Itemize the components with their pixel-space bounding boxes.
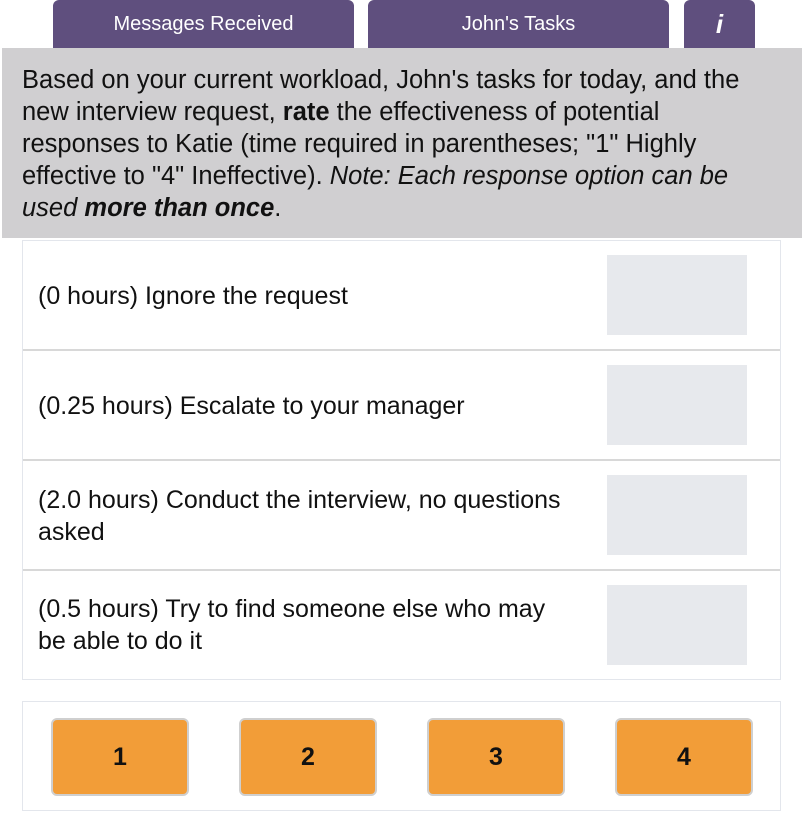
response-row: (0.5 hours) Try to find someone else who…	[23, 569, 780, 679]
info-button[interactable]: i	[684, 0, 755, 48]
rating-drop-target[interactable]	[607, 475, 747, 555]
rating-button-2[interactable]: 2	[239, 718, 377, 796]
response-text: (0.25 hours) Escalate to your manager	[38, 392, 465, 420]
response-text: (2.0 hours) Conduct the interview, no qu…	[38, 486, 561, 546]
response-text: (0 hours) Ignore the request	[38, 282, 348, 310]
tab-label: John's Tasks	[461, 12, 576, 35]
tab-messages-received[interactable]: Messages Received	[53, 0, 354, 48]
response-text: (0.5 hours) Try to find someone else who…	[38, 595, 546, 655]
rating-drop-target[interactable]	[607, 585, 747, 665]
rating-button-1[interactable]: 1	[51, 718, 189, 796]
response-row: (2.0 hours) Conduct the interview, no qu…	[23, 459, 780, 571]
instructions-panel: Based on your current workload, John's t…	[2, 48, 802, 238]
tab-johns-tasks[interactable]: John's Tasks	[368, 0, 669, 48]
rating-options: 1 2 3 4	[22, 701, 781, 811]
response-row: (0.25 hours) Escalate to your manager	[23, 349, 780, 461]
rating-drop-target[interactable]	[607, 255, 747, 335]
instructions-bold-rate: rate	[282, 98, 330, 126]
response-list: (0 hours) Ignore the request (0.25 hours…	[22, 240, 781, 680]
tab-label: Messages Received	[113, 12, 294, 35]
instructions-end: .	[274, 194, 282, 222]
rating-drop-target[interactable]	[607, 365, 747, 445]
note-bold: more than once	[84, 194, 275, 222]
response-row: (0 hours) Ignore the request	[23, 241, 780, 351]
rating-button-3[interactable]: 3	[427, 718, 565, 796]
info-icon: i	[715, 8, 724, 39]
rating-button-4[interactable]: 4	[615, 718, 753, 796]
